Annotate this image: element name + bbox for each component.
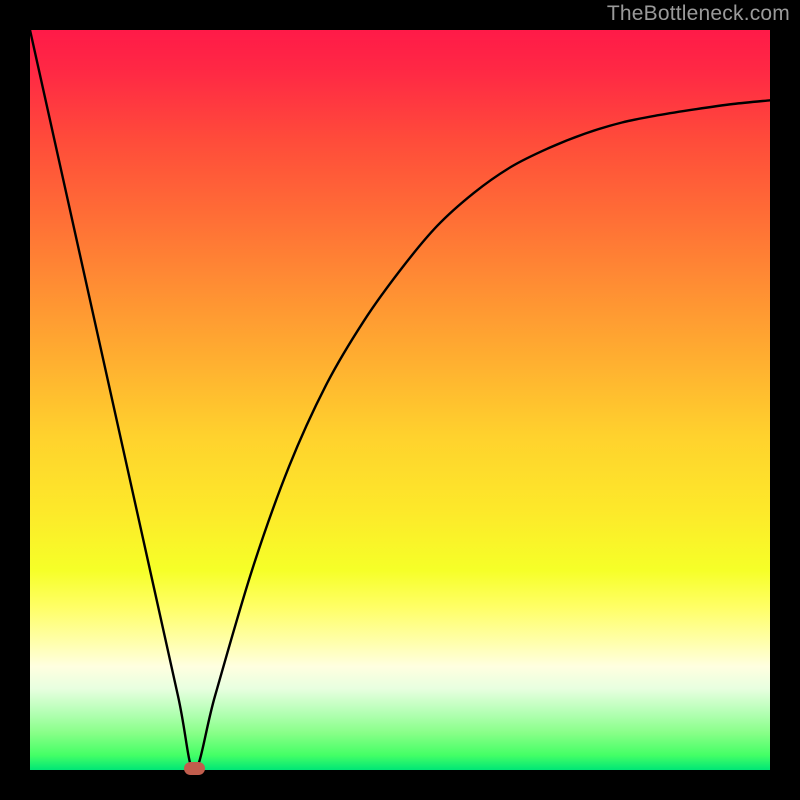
bottleneck-curve (30, 30, 770, 770)
watermark-text: TheBottleneck.com (607, 2, 790, 26)
minimum-marker (184, 762, 205, 775)
chart-frame: TheBottleneck.com (0, 0, 800, 800)
plot-area (30, 30, 770, 770)
